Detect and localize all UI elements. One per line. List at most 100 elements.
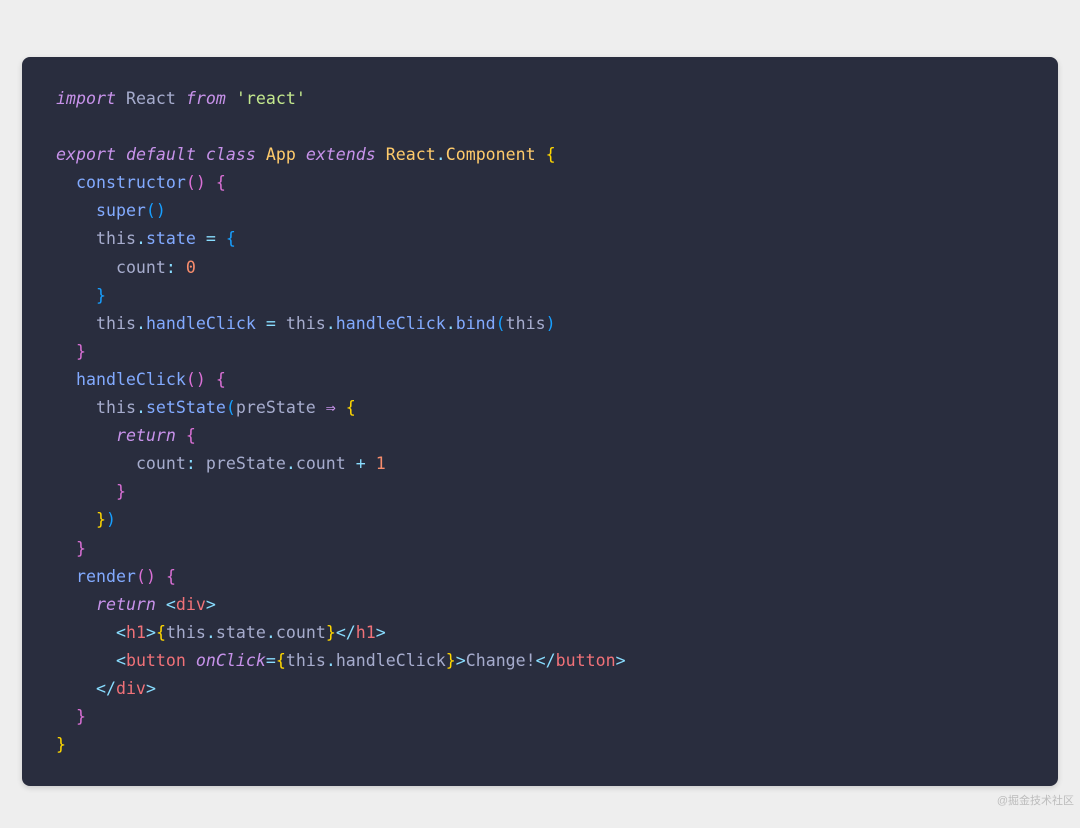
punctuation: . [136, 229, 146, 248]
string: 'react' [236, 89, 306, 108]
jsx-tag: button [556, 651, 616, 670]
paren: ) [546, 314, 556, 333]
paren: ) [196, 173, 206, 192]
punctuation: = [266, 651, 276, 670]
property: handleClick [336, 314, 446, 333]
punctuation: . [326, 651, 336, 670]
method-name: bind [456, 314, 496, 333]
keyword-from: from [186, 89, 226, 108]
brace: { [216, 173, 226, 192]
method-name: render [76, 567, 136, 586]
jsx-bracket: < [166, 595, 176, 614]
jsx-bracket: </ [536, 651, 556, 670]
punctuation: . [266, 623, 276, 642]
arrow: ⇒ [316, 398, 346, 417]
code-line: return <div> [56, 595, 216, 614]
keyword-import: import [56, 89, 116, 108]
number: 1 [376, 454, 386, 473]
code-line: super() [56, 201, 166, 220]
paren: ( [146, 201, 156, 220]
brace: { [216, 370, 226, 389]
jsx-bracket: </ [96, 679, 116, 698]
code-line: } [56, 342, 86, 361]
keyword-return: return [116, 426, 176, 445]
jsx-bracket: > [456, 651, 466, 670]
code-line: } [56, 735, 66, 754]
jsx-tag: div [116, 679, 146, 698]
jsx-brace: { [156, 623, 166, 642]
keyword-this: this [506, 314, 546, 333]
brace: { [346, 398, 356, 417]
code-line: export default class App extends React.C… [56, 145, 556, 164]
paren: ) [106, 510, 116, 529]
keyword-default: default [126, 145, 196, 164]
code-line: } [56, 539, 86, 558]
jsx-bracket: > [376, 623, 386, 642]
jsx-brace: { [276, 651, 286, 670]
jsx-bracket: > [146, 623, 156, 642]
keyword-this: this [286, 314, 326, 333]
property: handleClick [336, 651, 446, 670]
brace: } [96, 510, 106, 529]
punctuation: . [286, 454, 296, 473]
keyword-this: this [96, 314, 136, 333]
class-name: Component [446, 145, 536, 164]
method-name: constructor [76, 173, 186, 192]
operator: = [256, 314, 286, 333]
paren: ( [136, 567, 146, 586]
code-line: this.state = { [56, 229, 236, 248]
code-line: } [56, 482, 126, 501]
jsx-attr: onClick [196, 651, 266, 670]
property: count [116, 258, 166, 277]
code-line: import React from 'react' [56, 89, 306, 108]
code-line: constructor() { [56, 173, 226, 192]
property: count [296, 454, 346, 473]
identifier: preState [206, 454, 286, 473]
jsx-bracket: < [116, 651, 126, 670]
keyword-super: super [96, 201, 146, 220]
keyword-class: class [206, 145, 256, 164]
paren: ) [156, 201, 166, 220]
brace: { [226, 229, 236, 248]
operator: = [196, 229, 226, 248]
punctuation: . [136, 398, 146, 417]
brace: { [186, 426, 196, 445]
punctuation: : [186, 454, 196, 473]
code-line: <h1>{this.state.count}</h1> [56, 623, 386, 642]
code-line: render() { [56, 567, 176, 586]
code-line: handleClick() { [56, 370, 226, 389]
code-line: this.setState(preState ⇒ { [56, 398, 356, 417]
class-name: App [266, 145, 296, 164]
punctuation: . [326, 314, 336, 333]
punctuation: . [436, 145, 446, 164]
punctuation: . [206, 623, 216, 642]
method-name: setState [146, 398, 226, 417]
code-block: import React from 'react' export default… [22, 57, 1058, 786]
paren: ( [186, 173, 196, 192]
code-line: }) [56, 510, 116, 529]
paren: ) [146, 567, 156, 586]
keyword-extends: extends [306, 145, 376, 164]
punctuation: : [166, 258, 176, 277]
punctuation: . [446, 314, 456, 333]
keyword-this: this [96, 398, 136, 417]
code-line: count: preState.count + 1 [56, 454, 386, 473]
paren: ( [496, 314, 506, 333]
jsx-text: Change! [466, 651, 536, 670]
jsx-tag: button [126, 651, 186, 670]
jsx-tag: h1 [356, 623, 376, 642]
jsx-bracket: > [146, 679, 156, 698]
keyword-this: this [96, 229, 136, 248]
keyword-return: return [96, 595, 156, 614]
property: state [146, 229, 196, 248]
brace: { [546, 145, 556, 164]
jsx-bracket: < [116, 623, 126, 642]
brace: { [166, 567, 176, 586]
method-name: handleClick [76, 370, 186, 389]
code-line: } [56, 286, 106, 305]
code-line: </div> [56, 679, 156, 698]
brace: } [76, 539, 86, 558]
code-line: <button onClick={this.handleClick}>Chang… [56, 651, 626, 670]
number: 0 [186, 258, 196, 277]
brace: } [76, 342, 86, 361]
